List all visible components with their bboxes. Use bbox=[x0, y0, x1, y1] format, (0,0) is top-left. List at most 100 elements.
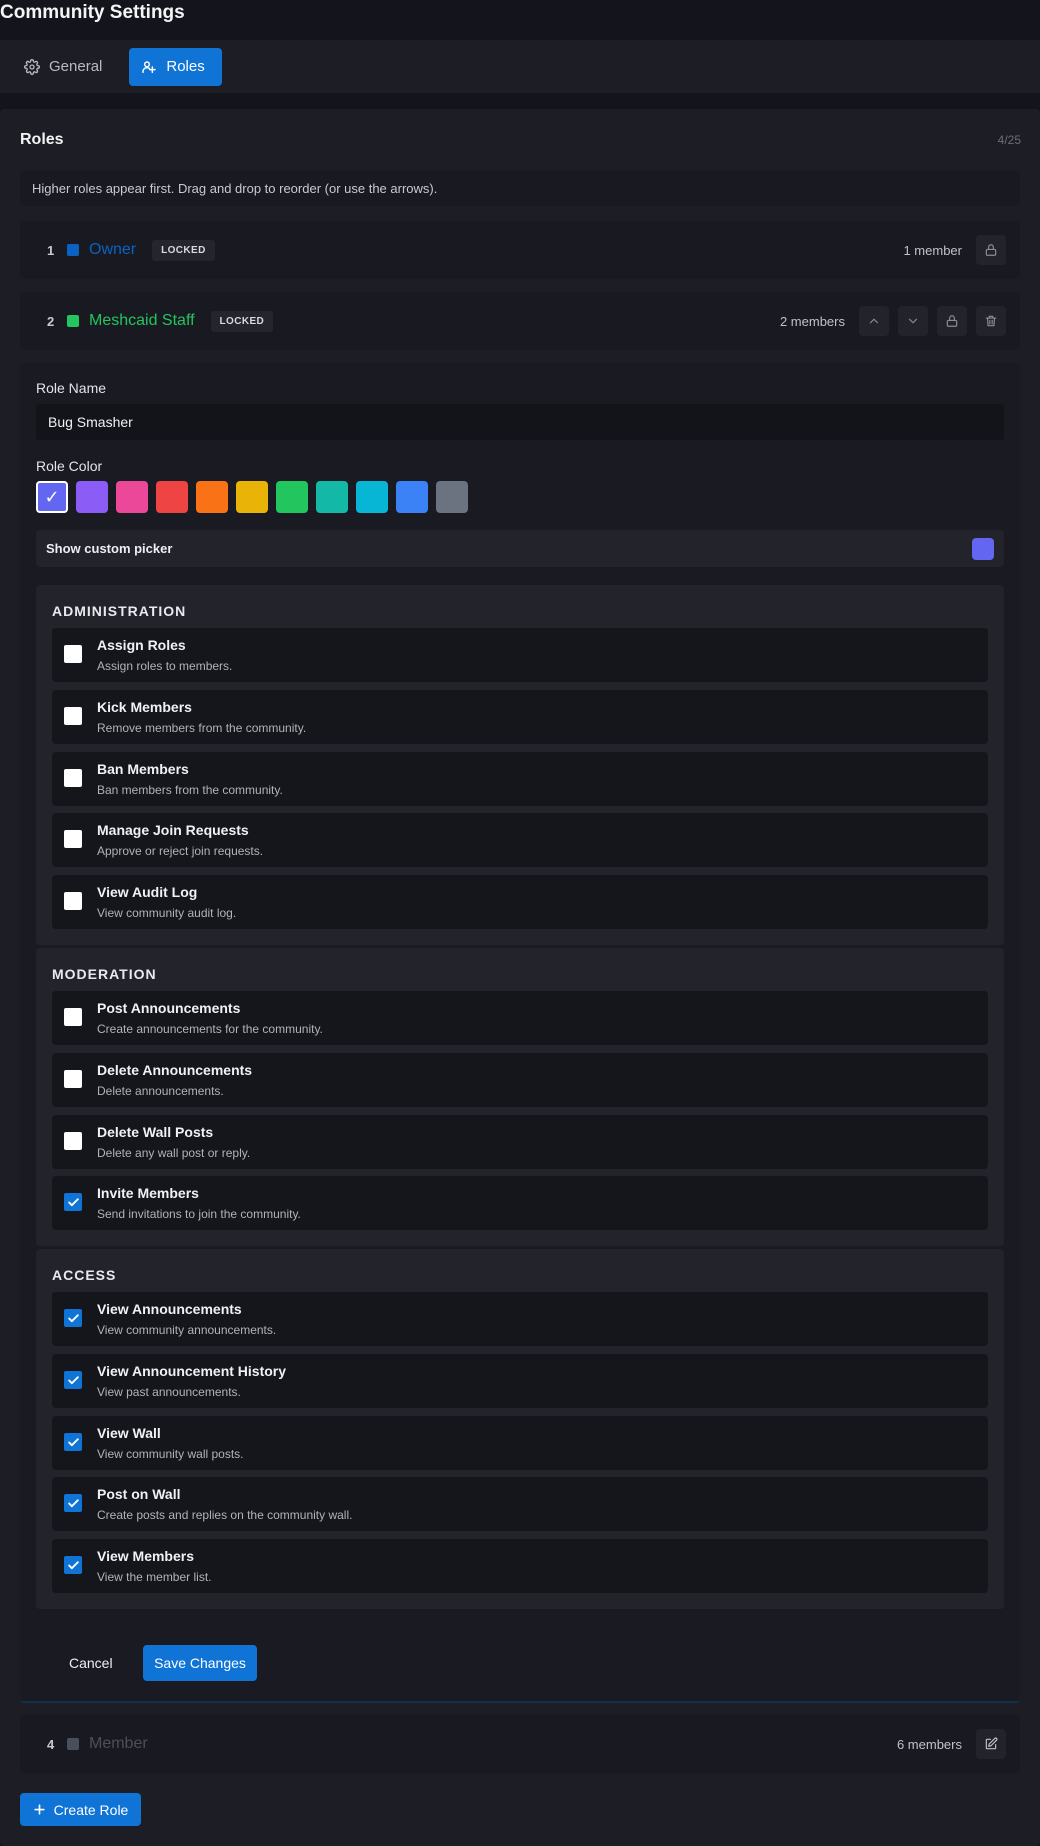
role-row-meshcaid-staff[interactable]: 2 Meshcaid Staff LOCKED 2 members bbox=[20, 292, 1020, 350]
role-position: 2 bbox=[47, 313, 55, 329]
perm-desc: View community wall posts. bbox=[97, 1447, 244, 1461]
color-swatch-orange[interactable] bbox=[196, 481, 228, 513]
tab-roles[interactable]: Roles bbox=[129, 47, 222, 86]
checkbox[interactable] bbox=[64, 1309, 82, 1327]
perm-desc: Delete announcements. bbox=[97, 1084, 224, 1098]
edit-role-button[interactable] bbox=[976, 1729, 1006, 1759]
page-title: Community Settings bbox=[0, 2, 185, 23]
role-row-owner[interactable]: 1 Owner LOCKED 1 member bbox=[20, 221, 1020, 279]
perm-view-wall[interactable]: View Wall View community wall posts. bbox=[52, 1416, 988, 1470]
perm-title: Delete Announcements bbox=[97, 1062, 253, 1078]
checkbox[interactable] bbox=[64, 1070, 82, 1088]
perm-view-audit-log[interactable]: View Audit Log View community audit log. bbox=[52, 875, 988, 929]
role-row-member[interactable]: 4 Member 6 members bbox=[20, 1715, 1020, 1773]
perm-title: View Audit Log bbox=[97, 884, 198, 900]
role-name-label: Role Name bbox=[36, 380, 107, 396]
cancel-button[interactable]: Cancel bbox=[69, 1645, 113, 1681]
edit-icon bbox=[985, 1737, 998, 1750]
role-color-swatch bbox=[67, 315, 79, 327]
role-color-label: Role Color bbox=[36, 458, 103, 474]
perm-delete-wall-posts[interactable]: Delete Wall Posts Delete any wall post o… bbox=[52, 1115, 988, 1169]
tab-bar: General Roles bbox=[0, 40, 1040, 93]
check-icon bbox=[67, 1437, 79, 1446]
checkbox[interactable] bbox=[64, 1371, 82, 1389]
color-swatch-violet[interactable] bbox=[76, 481, 108, 513]
perm-view-announcements[interactable]: View Announcements View community announ… bbox=[52, 1292, 988, 1346]
color-swatch-red[interactable] bbox=[156, 481, 188, 513]
perm-title: Post Announcements bbox=[97, 1000, 241, 1016]
perm-post-announcements[interactable]: Post Announcements Create announcements … bbox=[52, 991, 988, 1045]
perm-title: Assign Roles bbox=[97, 637, 186, 653]
gear-icon bbox=[24, 58, 40, 75]
custom-picker-label: Show custom picker bbox=[46, 541, 173, 556]
color-swatch-yellow[interactable] bbox=[236, 481, 268, 513]
checkbox[interactable] bbox=[64, 1433, 82, 1451]
color-swatch-green[interactable] bbox=[276, 481, 308, 513]
perm-view-members[interactable]: View Members View the member list. bbox=[52, 1539, 988, 1593]
color-swatch-teal[interactable] bbox=[316, 481, 348, 513]
perm-title: View Announcements bbox=[97, 1301, 242, 1317]
create-role-button[interactable]: Create Role bbox=[20, 1793, 141, 1826]
perm-view-announcement-history[interactable]: View Announcement History View past anno… bbox=[52, 1354, 988, 1408]
roles-title: Roles bbox=[20, 131, 64, 148]
color-swatch-blue[interactable] bbox=[396, 481, 428, 513]
perm-title: View Announcement History bbox=[97, 1363, 287, 1379]
checkbox[interactable] bbox=[64, 830, 82, 848]
role-name: Owner bbox=[89, 241, 137, 258]
checkbox[interactable] bbox=[64, 1008, 82, 1026]
checkbox[interactable] bbox=[64, 892, 82, 910]
checkbox[interactable] bbox=[64, 645, 82, 663]
move-up-button[interactable] bbox=[859, 306, 889, 336]
role-name-input[interactable] bbox=[36, 404, 1004, 440]
perm-delete-announcements[interactable]: Delete Announcements Delete announcement… bbox=[52, 1053, 988, 1107]
perm-kick-members[interactable]: Kick Members Remove members from the com… bbox=[52, 690, 988, 744]
checkbox[interactable] bbox=[64, 707, 82, 725]
check-icon bbox=[67, 1498, 79, 1507]
role-name: Member bbox=[89, 1735, 148, 1752]
save-changes-button[interactable]: Save Changes bbox=[143, 1645, 257, 1681]
custom-picker-toggle[interactable]: Show custom picker bbox=[36, 530, 1004, 567]
color-swatch-cyan[interactable] bbox=[356, 481, 388, 513]
perm-desc: View past announcements. bbox=[97, 1385, 241, 1399]
perm-desc: Ban members from the community. bbox=[97, 783, 283, 797]
perm-post-on-wall[interactable]: Post on Wall Create posts and replies on… bbox=[52, 1477, 988, 1531]
trash-icon bbox=[985, 315, 997, 327]
checkbox[interactable] bbox=[64, 1556, 82, 1574]
perm-assign-roles[interactable]: Assign Roles Assign roles to members. bbox=[52, 628, 988, 682]
perm-title: Delete Wall Posts bbox=[97, 1124, 214, 1140]
chevron-up-icon bbox=[869, 318, 879, 324]
color-swatch-pink[interactable] bbox=[116, 481, 148, 513]
checkbox[interactable] bbox=[64, 1193, 82, 1211]
move-down-button[interactable] bbox=[898, 306, 928, 336]
role-color-swatch bbox=[67, 244, 79, 256]
section-moderation: MODERATION Post Announcements Create ann… bbox=[36, 948, 1004, 1246]
color-swatch-indigo[interactable]: ✓ bbox=[36, 481, 68, 513]
lock-button[interactable] bbox=[937, 306, 967, 336]
color-swatch-gray[interactable] bbox=[436, 481, 468, 513]
role-color-swatch bbox=[67, 1738, 79, 1750]
checkbox[interactable] bbox=[64, 769, 82, 787]
custom-color-preview[interactable] bbox=[972, 537, 994, 560]
perm-desc: View community announcements. bbox=[97, 1323, 277, 1337]
lock-button[interactable] bbox=[976, 235, 1006, 265]
delete-role-button[interactable] bbox=[976, 306, 1006, 336]
checkbox[interactable] bbox=[64, 1494, 82, 1512]
perm-invite-members[interactable]: Invite Members Send invitations to join … bbox=[52, 1176, 988, 1230]
perm-manage-join-requests[interactable]: Manage Join Requests Approve or reject j… bbox=[52, 813, 988, 867]
roles-icon bbox=[142, 60, 157, 73]
role-position: 1 bbox=[47, 242, 55, 258]
plus-icon bbox=[33, 1804, 45, 1815]
perm-title: Ban Members bbox=[97, 761, 189, 777]
perm-desc: Approve or reject join requests. bbox=[97, 844, 264, 858]
tab-roles-label: Roles bbox=[166, 58, 205, 75]
perm-desc: Create posts and replies on the communit… bbox=[97, 1508, 353, 1522]
check-icon bbox=[67, 1313, 79, 1322]
role-name: Meshcaid Staff bbox=[89, 312, 195, 329]
roles-count: 4/25 bbox=[997, 133, 1021, 147]
perm-ban-members[interactable]: Ban Members Ban members from the communi… bbox=[52, 752, 988, 806]
tab-general[interactable]: General bbox=[12, 48, 119, 86]
checkbox[interactable] bbox=[64, 1132, 82, 1150]
section-access: ACCESS View Announcements View community… bbox=[36, 1249, 1004, 1609]
member-count: 1 member bbox=[903, 242, 962, 258]
color-swatches: ✓ bbox=[36, 481, 468, 513]
